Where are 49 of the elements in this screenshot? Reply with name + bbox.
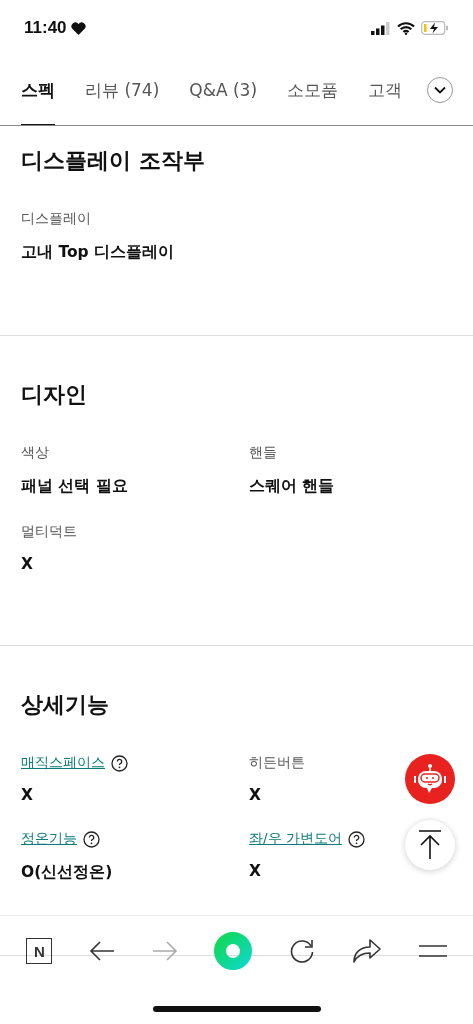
menu-button[interactable] — [418, 944, 447, 958]
arrow-up-icon — [418, 830, 442, 860]
section-title: 디자인 — [21, 381, 88, 409]
spec-link[interactable]: 정온기능 — [21, 830, 77, 848]
ring-icon — [214, 932, 253, 970]
section-title: 디스플레이 조작부 — [21, 147, 206, 175]
chatbot-button[interactable] — [405, 754, 455, 804]
signal-icon — [371, 21, 391, 35]
spec-value: 스퀘어 핸들 — [249, 476, 335, 497]
help-icon[interactable] — [347, 830, 365, 848]
spec-label: 히든버튼 — [249, 754, 305, 772]
tab[interactable]: 스펙 — [21, 56, 55, 125]
menu-icon — [418, 944, 447, 958]
spec-value: O(신선정온) — [21, 862, 113, 883]
tab[interactable]: 소모품 — [287, 56, 339, 125]
section-title: 상세기능 — [21, 691, 110, 719]
spec-label: 멀티덕트 — [21, 523, 77, 541]
spec-label: 색상 — [21, 444, 49, 462]
robot-icon — [413, 763, 447, 795]
help-icon[interactable] — [83, 830, 100, 848]
spec-label: 핸들 — [249, 444, 277, 462]
spec-value: X — [249, 786, 261, 804]
reload-button[interactable] — [289, 938, 316, 964]
tab[interactable]: 리뷰 (74) — [85, 56, 160, 125]
battery-icon — [421, 21, 449, 35]
share-button[interactable] — [351, 938, 382, 964]
chevron-down-icon — [434, 86, 446, 94]
heart-icon — [70, 21, 86, 35]
clock: 11:40 — [24, 18, 67, 38]
reload-icon — [289, 938, 316, 964]
back-button[interactable] — [89, 940, 116, 962]
naver-button[interactable]: N — [26, 938, 53, 964]
spec-link[interactable]: 매직스페이스 — [21, 754, 105, 772]
spec-value: X — [21, 786, 33, 804]
scroll-top-button[interactable] — [405, 820, 455, 870]
share-icon — [351, 938, 382, 964]
tab[interactable]: 고객 — [368, 56, 403, 125]
help-icon[interactable] — [111, 754, 128, 772]
spec-value: 패널 선택 필요 — [21, 476, 128, 497]
spec-link[interactable]: 좌/우 가변도어 — [249, 830, 342, 848]
spec-value: X — [21, 555, 33, 573]
tab[interactable]: Q&A (3) — [189, 56, 258, 125]
expand-button[interactable] — [427, 77, 453, 103]
spec-value: 고내 Top 디스플레이 — [21, 242, 175, 263]
spec-value: X — [249, 862, 261, 880]
wifi-icon — [397, 21, 415, 35]
spec-label: 디스플레이 — [21, 210, 91, 228]
arrow-right-icon — [151, 940, 178, 962]
arrow-left-icon — [89, 940, 116, 962]
